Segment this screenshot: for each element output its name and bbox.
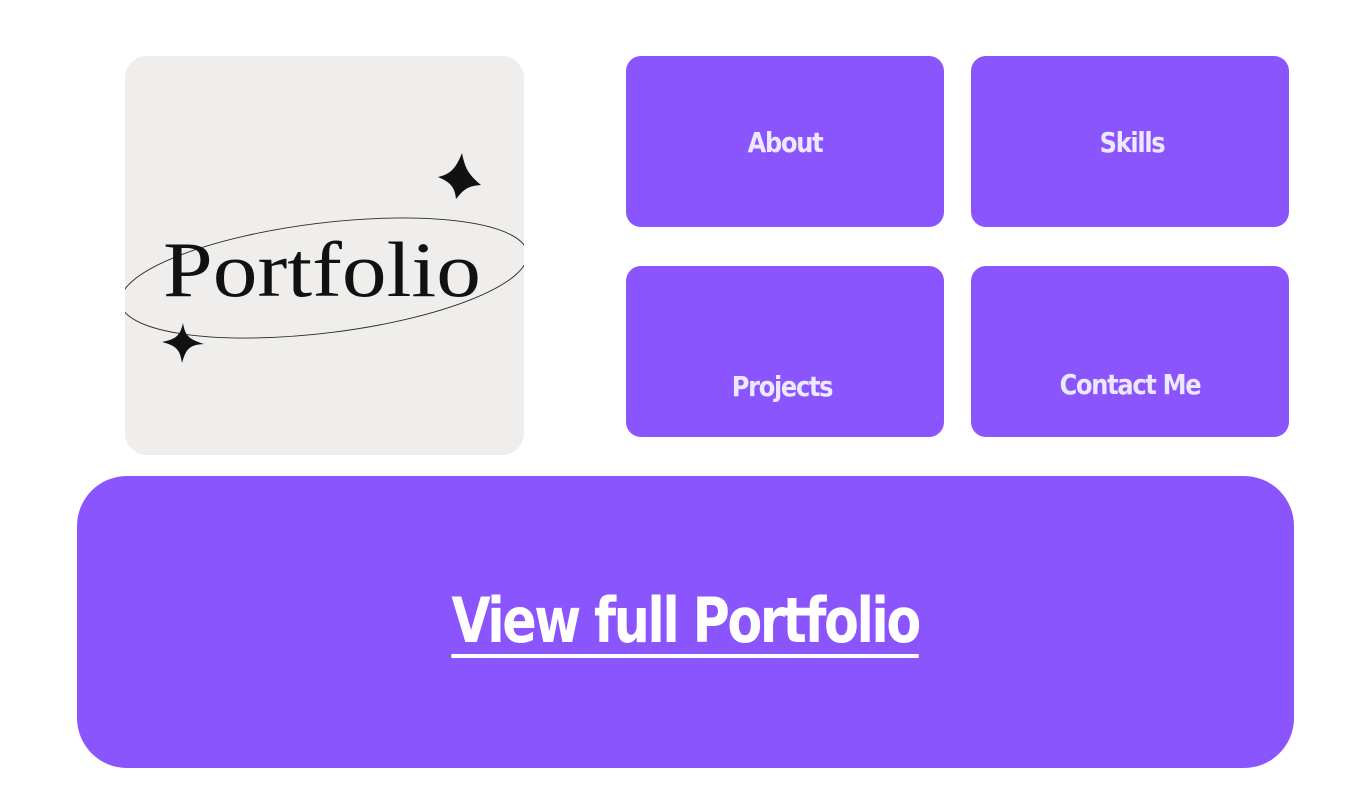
about-label: About — [747, 126, 824, 159]
logo-wordmark: Portfolio — [163, 226, 481, 313]
contact-me-button[interactable]: Contact Me — [971, 266, 1289, 437]
skills-button[interactable]: Skills — [971, 56, 1289, 227]
view-portfolio-banner: View full Portfolio — [77, 476, 1294, 768]
view-full-portfolio-link[interactable]: View full Portfolio — [77, 584, 1294, 658]
portfolio-logo-image: Portfolio — [125, 56, 524, 455]
skills-label: Skills — [1099, 126, 1166, 159]
projects-button[interactable]: Projects — [626, 266, 944, 437]
view-full-portfolio-label: View full Portfolio — [451, 584, 922, 658]
projects-label: Projects — [731, 370, 834, 403]
about-button[interactable]: About — [626, 56, 944, 227]
contact-me-label: Contact Me — [1059, 368, 1202, 401]
